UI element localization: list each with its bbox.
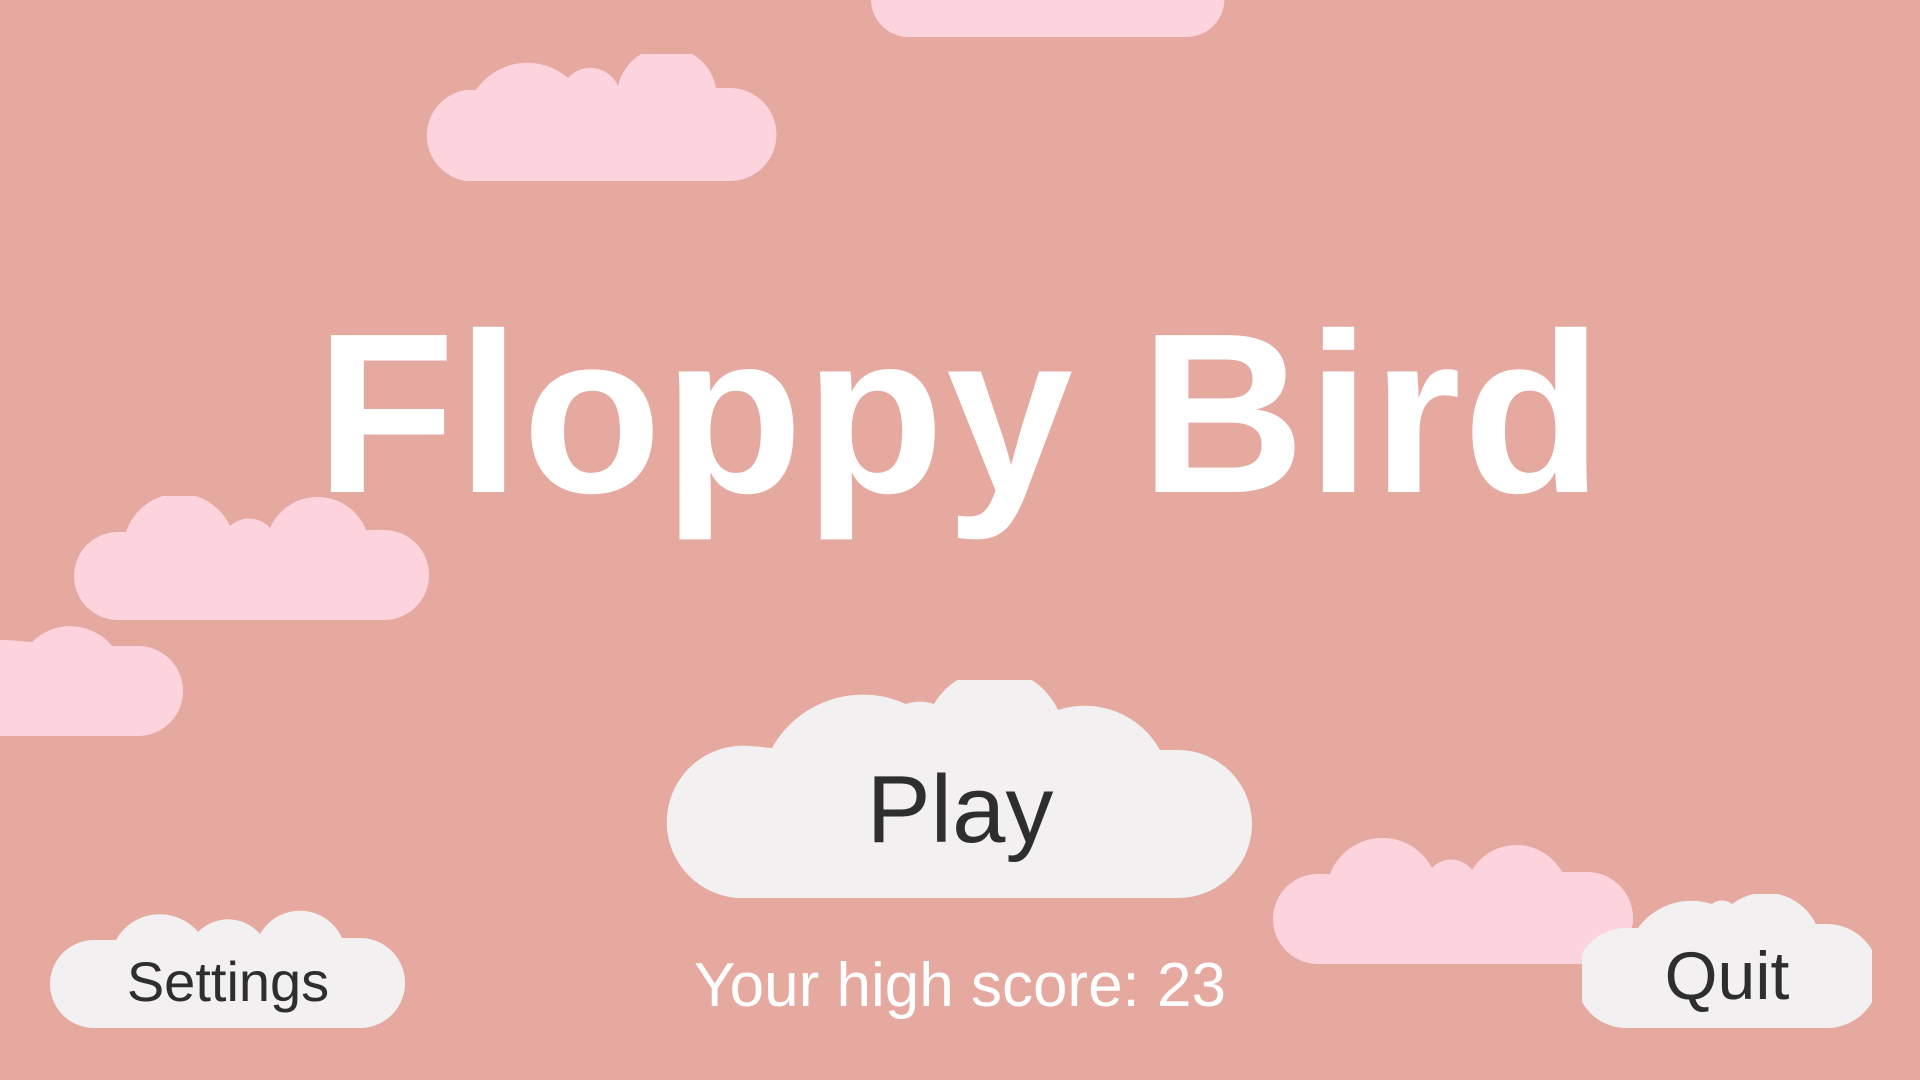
cloud-top-center [871, 0, 1225, 38]
game-scene: Floppy Bird Play Settings Quit Your high… [0, 0, 1920, 1080]
cloud-lower-left [0, 626, 183, 737]
high-score-value: 23 [1157, 951, 1226, 1020]
high-score-text: Your high score: 23 [0, 955, 1920, 1017]
cloud-upper-left [426, 54, 777, 181]
high-score-label: Your high score: [694, 951, 1140, 1020]
game-title: Floppy Bird [315, 287, 1605, 541]
play-button[interactable]: Play [666, 680, 1254, 900]
cloud-lower-right [1273, 838, 1633, 964]
play-button-label: Play [866, 756, 1054, 863]
